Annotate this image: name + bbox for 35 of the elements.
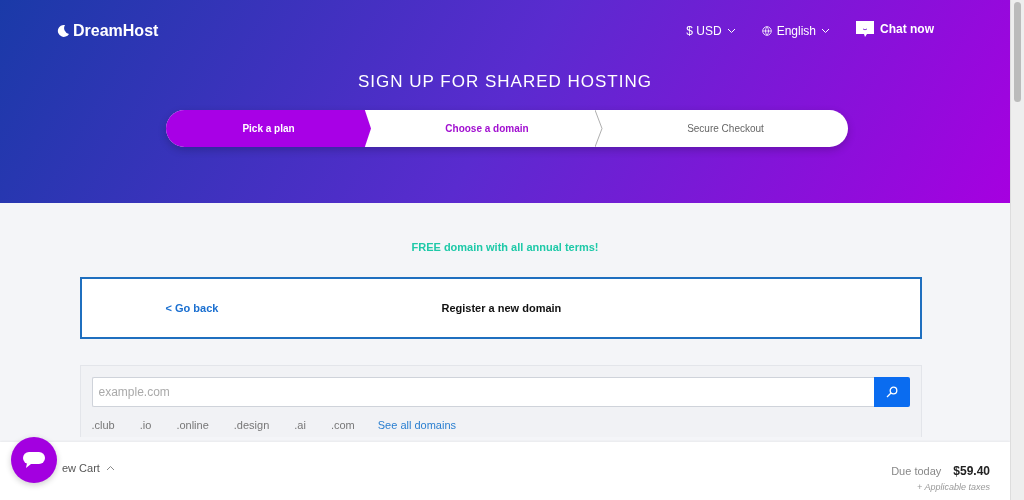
progress-step[interactable]: Choose a domain: [371, 110, 603, 147]
tld-link[interactable]: .io: [139, 419, 152, 431]
globe-icon: [761, 26, 772, 36]
view-cart-toggle[interactable]: ew Cart: [62, 462, 115, 474]
chat-button[interactable]: Chat now: [856, 20, 934, 38]
scrollbar[interactable]: [1010, 0, 1024, 500]
logo-text: DreamHost: [73, 22, 159, 40]
chat-bubble-icon: [22, 450, 46, 470]
taxes-note: + Applicable taxes: [917, 482, 990, 492]
chat-bubble-icon: [856, 20, 874, 38]
search-icon: [885, 386, 898, 398]
progress-step[interactable]: Pick a plan: [166, 110, 371, 147]
progress-step[interactable]: Secure Checkout: [603, 110, 848, 147]
promo-text: FREE domain with all annual terms!: [411, 241, 599, 253]
tld-link[interactable]: .design: [233, 419, 270, 431]
tld-link[interactable]: .ai: [294, 419, 306, 431]
domain-search-field[interactable]: example.com: [91, 377, 874, 407]
step-separator: [595, 110, 603, 147]
tld-link[interactable]: .com: [330, 419, 355, 431]
chevron-down-icon: [726, 28, 736, 34]
chevron-down-icon: [821, 28, 830, 34]
panel-heading: Register a new domain: [441, 302, 562, 314]
tld-link[interactable]: .online: [176, 419, 209, 431]
see-all-domains-link[interactable]: See all domains: [377, 419, 457, 431]
page-title: SIGN UP FOR SHARED HOSTING: [357, 72, 653, 92]
moon-icon: [56, 24, 70, 38]
due-today-label: Due today: [891, 465, 942, 477]
due-amount: $59.40: [953, 464, 990, 478]
logo[interactable]: DreamHost: [56, 22, 159, 40]
currency-dropdown[interactable]: $ USD: [686, 24, 736, 38]
go-back-link[interactable]: < Go back: [165, 302, 442, 314]
tld-link[interactable]: .club: [91, 419, 115, 431]
language-dropdown[interactable]: English: [761, 24, 830, 38]
search-button[interactable]: [873, 377, 910, 407]
chevron-up-icon: [105, 465, 115, 471]
